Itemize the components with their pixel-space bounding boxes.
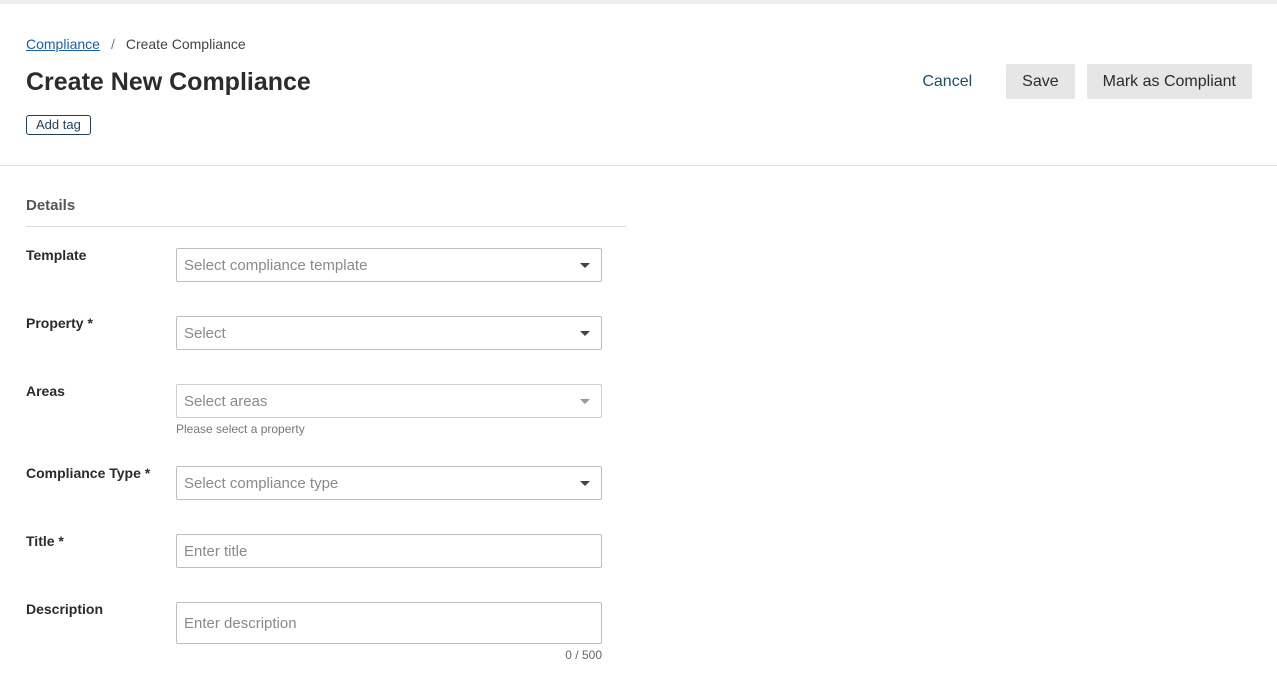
compliance-type-label: Compliance Type * [26, 465, 151, 481]
chevron-down-icon [580, 398, 590, 404]
title-input[interactable] [176, 534, 602, 568]
description-label: Description [26, 601, 104, 617]
breadcrumb-separator: / [110, 36, 115, 52]
template-label: Template [26, 247, 87, 263]
property-select-placeholder: Select [184, 324, 226, 342]
page-title: Create New Compliance [26, 68, 311, 96]
title-label: Title * [26, 533, 64, 549]
chevron-down-icon [580, 480, 590, 486]
chevron-down-icon [580, 262, 590, 268]
add-tag-button[interactable]: Add tag [26, 115, 91, 135]
description-char-counter: 0 / 500 [565, 648, 602, 662]
compliance-type-select-placeholder: Select compliance type [184, 474, 339, 492]
top-strip [0, 0, 1277, 4]
template-select[interactable]: Select compliance template [176, 248, 602, 282]
header-actions: Cancel Save Mark as Compliant [912, 64, 1252, 99]
breadcrumb-current: Create Compliance [125, 36, 246, 52]
template-select-placeholder: Select compliance template [184, 256, 368, 274]
details-divider [26, 226, 626, 227]
header-divider [0, 165, 1277, 166]
areas-select[interactable]: Select areas [176, 384, 602, 418]
property-label: Property * [26, 315, 93, 331]
description-input[interactable] [176, 602, 602, 644]
cancel-button[interactable]: Cancel [912, 64, 982, 99]
save-button[interactable]: Save [1006, 64, 1075, 99]
details-section-title: Details [26, 197, 76, 214]
areas-select-placeholder: Select areas [184, 392, 268, 410]
property-select[interactable]: Select [176, 316, 602, 350]
breadcrumb: Compliance / Create Compliance [26, 36, 246, 52]
mark-as-compliant-button[interactable]: Mark as Compliant [1086, 64, 1252, 99]
chevron-down-icon [580, 330, 590, 336]
areas-helper-text: Please select a property [176, 422, 305, 436]
compliance-type-select[interactable]: Select compliance type [176, 466, 602, 500]
breadcrumb-compliance-link[interactable]: Compliance [26, 36, 100, 52]
areas-label: Areas [26, 383, 65, 399]
